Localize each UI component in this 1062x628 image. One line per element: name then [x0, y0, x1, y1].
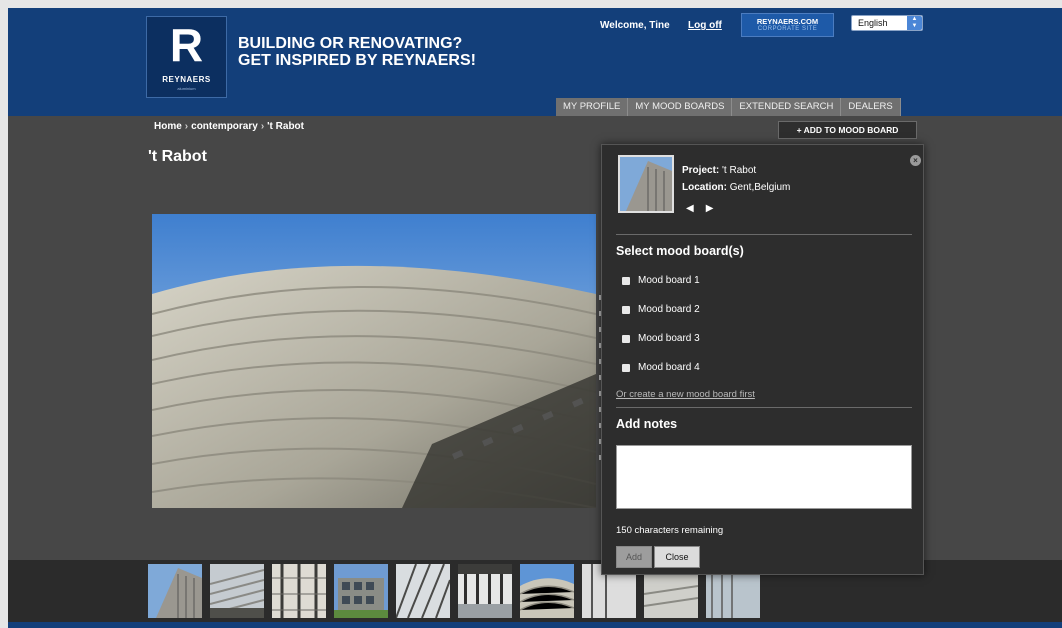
mood-board-option[interactable]: Mood board 3 [622, 333, 700, 344]
project-thumbnail-image [620, 157, 672, 211]
thumbnail[interactable] [396, 564, 450, 618]
tab-extended-search[interactable]: EXTENDED SEARCH [732, 98, 842, 116]
mood-board-option[interactable]: Mood board 2 [622, 304, 700, 315]
thumbnail[interactable] [334, 564, 388, 618]
main-nav: MY PROFILE MY MOOD BOARDS EXTENDED SEARC… [556, 98, 901, 116]
add-to-mood-board-panel: × Project: 't Rabot Location: Gent,Belgi… [601, 144, 924, 575]
building-photo-image [152, 214, 596, 508]
thumbnail-image [148, 564, 202, 618]
project-label: Project: [682, 165, 720, 176]
language-value: English [858, 18, 888, 28]
corporate-line2: CORPORATE SITE [757, 26, 818, 32]
breadcrumb-separator: › [184, 121, 189, 132]
thumbnail-image [396, 564, 450, 618]
close-button[interactable]: Close [654, 546, 700, 568]
thumbnail-image [458, 564, 512, 618]
project-line: Project: 't Rabot [682, 165, 756, 176]
project-pager: ◀ ▶ [686, 203, 725, 214]
add-button[interactable]: Add [616, 546, 652, 568]
tagline-line2: GET INSPIRED BY REYNAERS! [238, 52, 476, 69]
add-to-mood-board-button[interactable]: + ADD TO MOOD BOARD [778, 121, 917, 139]
thumbnail[interactable] [148, 564, 202, 618]
thumbnail[interactable] [272, 564, 326, 618]
checkbox-icon[interactable] [622, 363, 630, 372]
thumbnail[interactable] [520, 564, 574, 618]
create-mood-board-link[interactable]: Or create a new mood board first [616, 389, 755, 400]
checkbox-icon[interactable] [622, 334, 630, 343]
divider [616, 407, 912, 408]
logo-letter: R [169, 19, 204, 71]
mood-board-option[interactable]: Mood board 1 [622, 275, 700, 286]
breadcrumb-contemporary[interactable]: contemporary [191, 121, 258, 132]
page-frame: R REYNAERS aluminium BUILDING OR RENOVAT… [8, 8, 1062, 628]
location-label: Location: [682, 182, 727, 193]
location-line: Location: Gent,Belgium [682, 182, 790, 193]
logo-sub: aluminium [177, 86, 196, 91]
page-title: 't Rabot [148, 148, 207, 165]
footer-bar [8, 622, 1062, 628]
tab-my-profile[interactable]: MY PROFILE [556, 98, 629, 116]
main-photo[interactable] [152, 214, 596, 508]
divider [616, 234, 912, 235]
notes-textarea[interactable] [616, 445, 912, 509]
close-icon[interactable]: × [910, 155, 921, 166]
characters-remaining: 150 characters remaining [616, 525, 724, 536]
thumbnail-image [272, 564, 326, 618]
site-header: R REYNAERS aluminium BUILDING OR RENOVAT… [8, 8, 1062, 116]
prev-arrow-icon[interactable]: ◀ [686, 203, 694, 214]
mood-board-label: Mood board 4 [638, 362, 700, 373]
mood-board-option[interactable]: Mood board 4 [622, 362, 700, 373]
mood-board-label: Mood board 2 [638, 304, 700, 315]
checkbox-icon[interactable] [622, 305, 630, 314]
breadcrumb-current: 't Rabot [267, 121, 304, 132]
breadcrumb-home[interactable]: Home [154, 121, 182, 132]
thumbnail[interactable] [210, 564, 264, 618]
reynaers-logo[interactable]: R REYNAERS aluminium [146, 16, 227, 98]
next-arrow-icon[interactable]: ▶ [706, 203, 714, 214]
select-mood-board-heading: Select mood board(s) [616, 244, 744, 258]
logo-brand: REYNAERS [162, 75, 211, 84]
corporate-line1: REYNAERS.COM [756, 17, 819, 26]
tab-dealers[interactable]: DEALERS [841, 98, 901, 116]
dropdown-arrow-icon: ▲ ▼ [907, 16, 922, 30]
logoff-link[interactable]: Log off [688, 20, 722, 31]
thumbnail-image [210, 564, 264, 618]
tagline-line1: BUILDING OR RENOVATING? [238, 35, 463, 52]
thumbnail[interactable] [458, 564, 512, 618]
breadcrumb: Home › contemporary ›'t Rabot [154, 121, 304, 132]
welcome-text: Welcome, Tine [600, 20, 670, 31]
thumbnail-image [520, 564, 574, 618]
corporate-site-button[interactable]: REYNAERS.COM CORPORATE SITE [741, 13, 834, 37]
add-notes-heading: Add notes [616, 417, 678, 431]
project-thumbnail [618, 155, 674, 213]
checkbox-icon[interactable] [622, 276, 630, 285]
breadcrumb-separator: › [260, 121, 265, 132]
project-value: 't Rabot [722, 165, 757, 176]
location-value: Gent,Belgium [729, 182, 791, 193]
tagline: BUILDING OR RENOVATING? GET INSPIRED BY … [238, 35, 558, 69]
thumbnail-image [334, 564, 388, 618]
mood-board-label: Mood board 3 [638, 333, 700, 344]
language-select[interactable]: English ▲ ▼ [851, 15, 923, 31]
mood-board-label: Mood board 1 [638, 275, 700, 286]
tab-my-mood-boards[interactable]: MY MOOD BOARDS [628, 98, 733, 116]
